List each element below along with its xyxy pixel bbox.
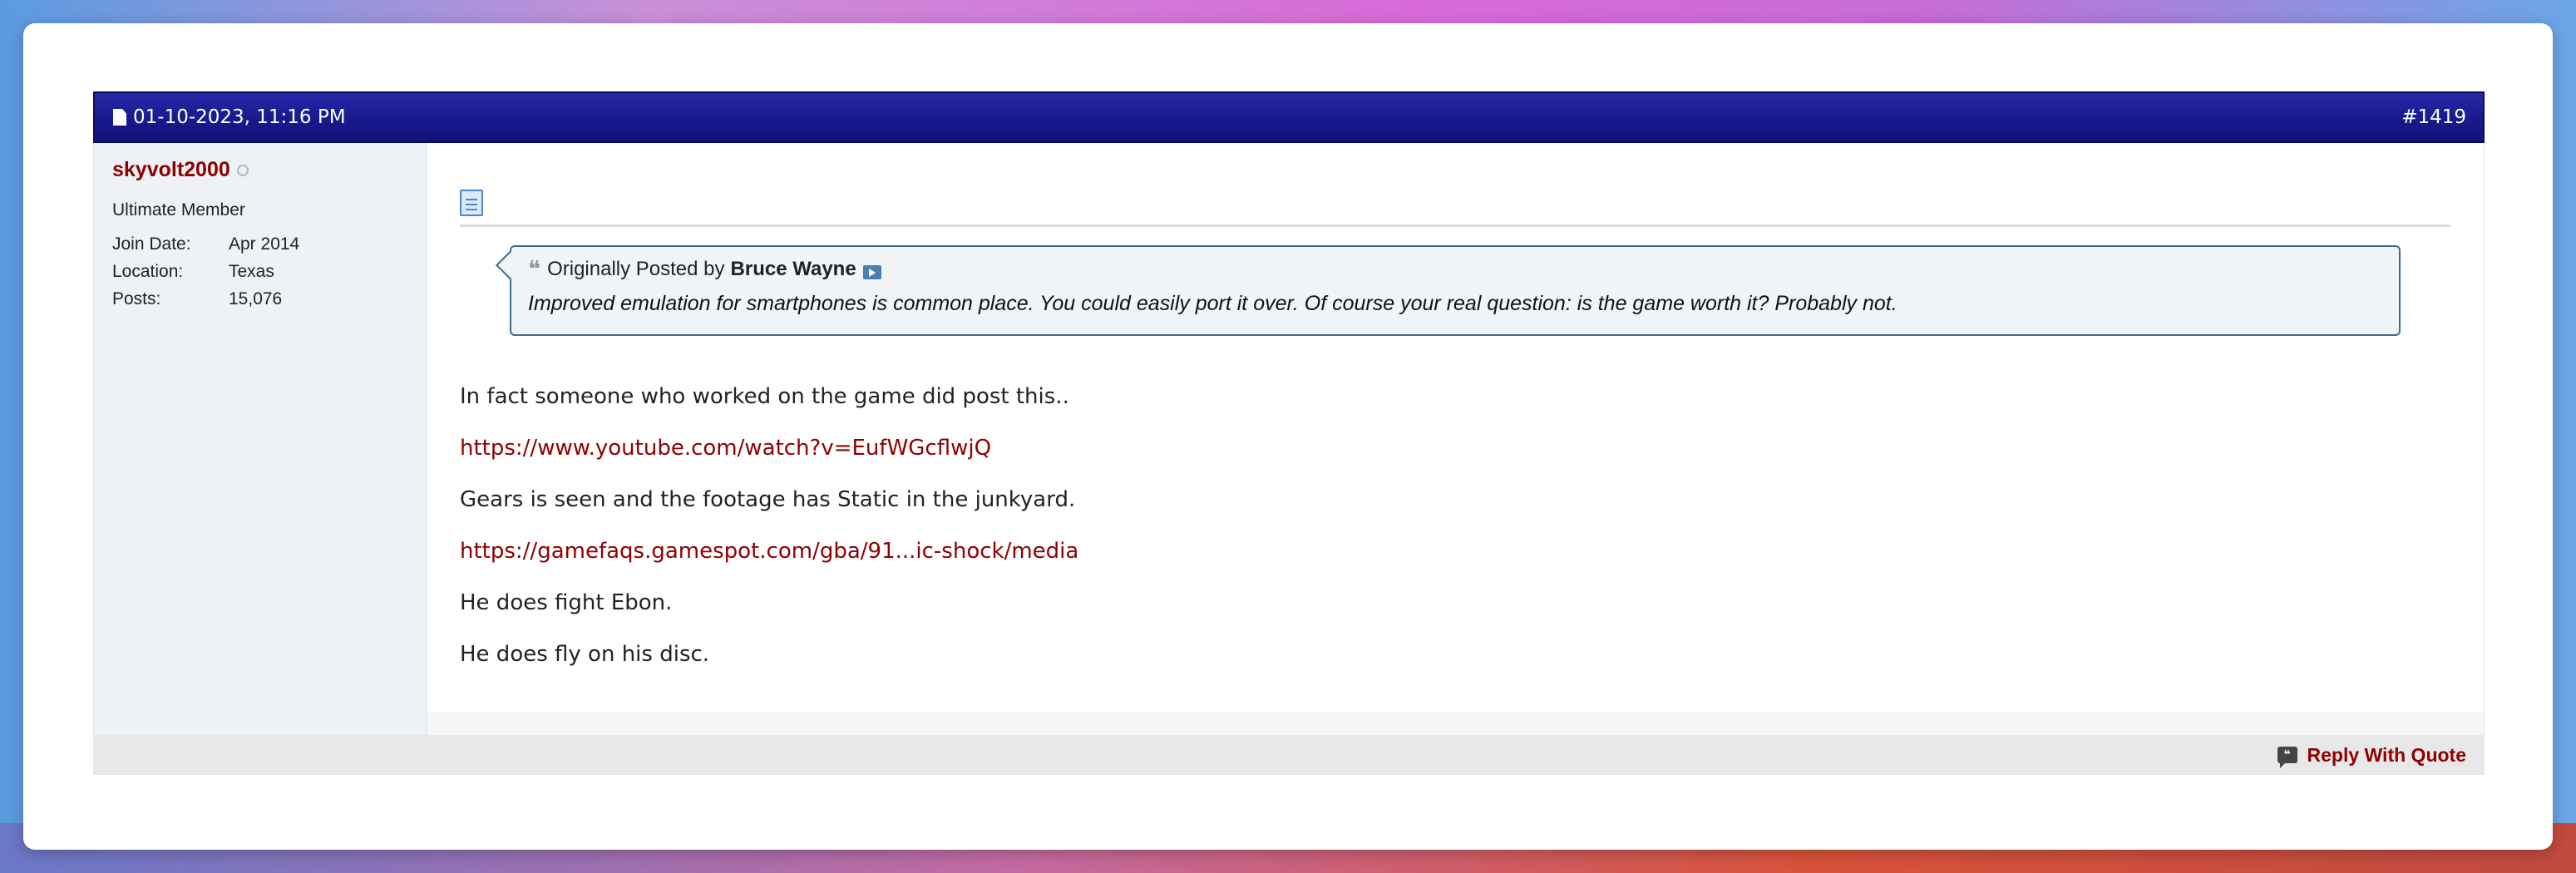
stat-location: Location: Texas — [112, 258, 426, 285]
stat-posts: Posts: 15,076 — [112, 285, 426, 313]
post-date: 01-10-2023, 11:16 PM — [113, 93, 346, 141]
quote-prefix: Originally Posted by — [547, 258, 725, 280]
stat-value: Texas — [229, 261, 274, 281]
reply-quote-icon: ❝ — [2277, 747, 2297, 768]
content-bottom-strip — [427, 712, 2484, 735]
post-footer: ❝ Reply With Quote — [93, 735, 2485, 775]
username-row: skyvolt2000 — [112, 158, 426, 182]
stat-value: 15,076 — [229, 289, 283, 308]
stat-label: Posts: — [112, 289, 161, 308]
message-line: In fact someone who worked on the game d… — [460, 384, 1069, 409]
user-info-panel: skyvolt2000 Ultimate Member Join Date: A… — [94, 143, 427, 735]
post-date-text: 01-10-2023, 11:16 PM — [133, 106, 346, 128]
quote-author: Bruce Wayne — [730, 258, 856, 280]
message-line: He does fly on his disc. — [460, 642, 710, 667]
document-icon — [113, 109, 126, 126]
post-icon — [460, 190, 483, 216]
post-header: 01-10-2023, 11:16 PM #1419 — [93, 91, 2485, 143]
browser-window: 01-10-2023, 11:16 PM #1419 skyvolt2000 U… — [23, 23, 2553, 850]
quote-text: Improved emulation for smartphones is co… — [528, 292, 1897, 315]
user-stats: Join Date: Apr 2014 Location: Texas Post… — [112, 230, 426, 313]
post-number-link[interactable]: #1419 — [2401, 93, 2466, 141]
stat-label: Join Date: — [112, 234, 191, 254]
title-divider — [460, 224, 2450, 227]
quote-header: ❝ Originally Posted by Bruce Wayne — [528, 255, 2382, 284]
user-title: Ultimate Member — [112, 200, 245, 219]
stat-label: Location: — [112, 261, 184, 281]
post-message: In fact someone who worked on the game d… — [460, 384, 2450, 693]
username-link[interactable]: skyvolt2000 — [112, 158, 230, 182]
view-post-icon[interactable] — [862, 264, 881, 279]
quote-icon: ❝ — [528, 255, 541, 283]
reply-with-quote-button[interactable]: ❝ Reply With Quote — [2277, 735, 2466, 775]
quote-block: ❝ Originally Posted by Bruce Wayne Impro… — [510, 245, 2401, 336]
gamefaqs-link[interactable]: https://gamefaqs.gamespot.com/gba/91...i… — [460, 539, 1078, 564]
stat-value: Apr 2014 — [229, 234, 300, 254]
stat-join-date: Join Date: Apr 2014 — [112, 230, 426, 258]
post-body: skyvolt2000 Ultimate Member Join Date: A… — [93, 143, 2485, 735]
message-line: He does fight Ebon. — [460, 590, 673, 615]
forum-post: 01-10-2023, 11:16 PM #1419 skyvolt2000 U… — [93, 91, 2485, 775]
youtube-link[interactable]: https://www.youtube.com/watch?v=EufWGcfl… — [460, 436, 991, 461]
message-line: Gears is seen and the footage has Static… — [460, 487, 1076, 512]
offline-status-icon — [236, 164, 249, 176]
post-content: ❝ Originally Posted by Bruce Wayne Impro… — [427, 143, 2484, 735]
reply-with-quote-label: Reply With Quote — [2307, 743, 2466, 766]
